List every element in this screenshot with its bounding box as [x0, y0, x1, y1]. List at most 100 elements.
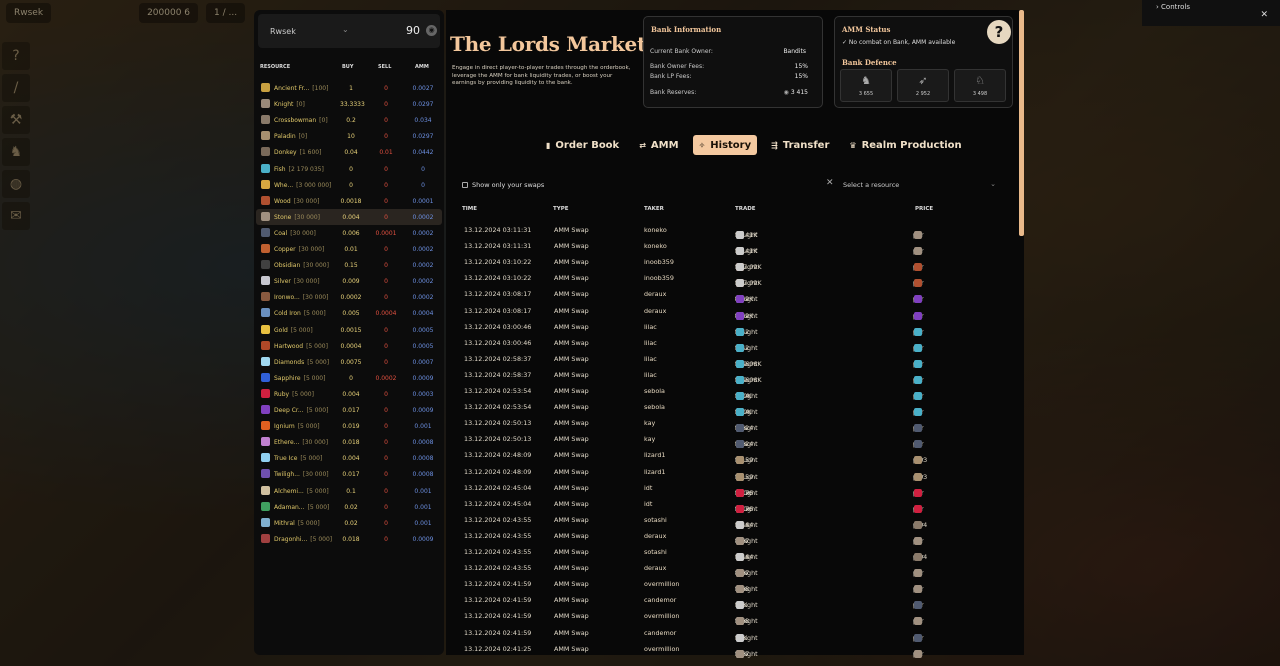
resource-row[interactable]: Twiligh... [30 000] 0.017 0 0.0008	[256, 466, 442, 482]
resource-select[interactable]: ✕ Select a resource ⌄	[822, 175, 1002, 193]
resource-row[interactable]: Adaman... [5 000] 0.02 0 0.001	[256, 499, 442, 515]
chevron-down-icon[interactable]: ⌄	[990, 180, 996, 188]
resource-sell[interactable]: 0	[375, 278, 397, 285]
own-swaps-filter[interactable]: Show only your swaps	[462, 181, 544, 189]
resource-row[interactable]: Ignium [5 000] 0.019 0 0.001	[256, 418, 442, 434]
resource-row[interactable]: Fish [2 179 035] 0 0 0	[256, 161, 442, 177]
resource-buy[interactable]: 0.006	[340, 230, 362, 237]
trade-taker[interactable]: kay	[644, 435, 655, 443]
controls-label[interactable]: › Controls	[1156, 3, 1190, 11]
resource-buy[interactable]: 0.017	[340, 407, 362, 414]
resource-sell[interactable]: 0	[375, 359, 397, 366]
realm-selector[interactable]: Rwsek ⌄ 90 ◉	[258, 14, 440, 48]
resource-sell[interactable]: 0	[375, 536, 397, 543]
resource-sell[interactable]: 0	[375, 182, 397, 189]
resource-buy[interactable]: 0.2	[340, 117, 362, 124]
resource-sell[interactable]: 0	[375, 327, 397, 334]
resource-sell[interactable]: 0	[375, 455, 397, 462]
resource-buy[interactable]: 0.004	[340, 455, 362, 462]
resource-sell[interactable]: 0	[375, 294, 397, 301]
resource-row[interactable]: Copper [30 000] 0.01 0 0.0002	[256, 241, 442, 257]
trade-taker[interactable]: lizard1	[644, 451, 665, 459]
resource-row[interactable]: Paladin [0] 10 0 0.0297	[256, 128, 442, 144]
resource-row[interactable]: Whe... [3 000 000] 0 0 0	[256, 177, 442, 193]
resource-sell[interactable]: 0	[375, 520, 397, 527]
trade-taker[interactable]: deraux	[644, 532, 666, 540]
resource-buy[interactable]: 0.02	[340, 504, 362, 511]
trade-taker[interactable]: overmillion	[644, 645, 679, 653]
resource-row[interactable]: Cold Iron [5 000] 0.005 0.0004 0.0004	[256, 305, 442, 321]
resource-row[interactable]: Stone [30 000] 0.004 0 0.0002	[256, 208, 442, 225]
resources-pill[interactable]: 200000 6	[139, 3, 199, 23]
trade-taker[interactable]: lizard1	[644, 468, 665, 476]
resource-buy[interactable]: 10	[340, 133, 362, 140]
resource-buy[interactable]: 0.0075	[340, 359, 362, 366]
resource-buy[interactable]: 0.15	[340, 262, 362, 269]
resource-row[interactable]: Wood [30 000] 0.0018 0 0.0001	[256, 193, 442, 209]
resource-sell[interactable]: 0	[375, 471, 397, 478]
resource-row[interactable]: Knight [0] 33.3333 0 0.0297	[256, 96, 442, 112]
clear-icon[interactable]: ✕	[826, 178, 834, 188]
resource-row[interactable]: Alchemi... [5 000] 0.1 0 0.001	[256, 483, 442, 499]
tab-transfer[interactable]: ⇶ Transfer	[765, 135, 835, 155]
resource-sell[interactable]: 0.0004	[375, 310, 397, 317]
trade-taker[interactable]: kay	[644, 419, 655, 427]
resource-sell[interactable]: 0	[375, 198, 397, 205]
resource-row[interactable]: Silver [30 000] 0.009 0 0.0002	[256, 273, 442, 289]
trade-taker[interactable]: idt	[644, 484, 652, 492]
resource-buy[interactable]: 0.004	[340, 214, 362, 221]
resource-sell[interactable]: 0	[375, 166, 397, 173]
scrollbar[interactable]	[1019, 10, 1024, 236]
resource-buy[interactable]: 0	[340, 375, 362, 382]
trade-taker[interactable]: deraux	[644, 564, 666, 572]
trade-taker[interactable]: koneko	[644, 226, 667, 234]
trade-taker[interactable]: deraux	[644, 307, 666, 315]
resource-buy[interactable]: 0.0015	[340, 327, 362, 334]
resource-buy[interactable]: 0.018	[340, 536, 362, 543]
resource-buy[interactable]: 0.009	[340, 278, 362, 285]
extra-pill[interactable]: 1 / ...	[206, 3, 246, 23]
resource-sell[interactable]: 0	[375, 262, 397, 269]
trade-taker[interactable]: overmillion	[644, 580, 679, 588]
trade-taker[interactable]: sotashi	[644, 548, 667, 556]
resource-sell[interactable]: 0	[375, 117, 397, 124]
resource-buy[interactable]: 33.3333	[340, 101, 365, 108]
resource-row[interactable]: Gold [5 000] 0.0015 0 0.0005	[256, 322, 442, 338]
tab-order-book[interactable]: ▮ Order Book	[540, 135, 625, 155]
resource-buy[interactable]: 0	[340, 166, 362, 173]
trade-taker[interactable]: sebola	[644, 387, 665, 395]
resource-buy[interactable]: 0.02	[340, 520, 362, 527]
resource-buy[interactable]: 0.0004	[340, 343, 362, 350]
help-icon[interactable]: ?	[987, 20, 1011, 44]
resource-row[interactable]: Ancient Fr... [100] 1 0 0.0027	[256, 80, 442, 96]
resource-buy[interactable]: 0.019	[340, 423, 362, 430]
resource-buy[interactable]: 0.0018	[340, 198, 362, 205]
resource-buy[interactable]: 0.005	[340, 310, 362, 317]
trade-taker[interactable]: inoob359	[644, 274, 674, 282]
close-icon[interactable]: ✕	[1260, 10, 1268, 20]
resource-row[interactable]: Dragonhi... [5 000] 0.018 0 0.0009	[256, 531, 442, 547]
resource-buy[interactable]: 0	[340, 182, 362, 189]
resource-row[interactable]: True Ice [5 000] 0.004 0 0.0008	[256, 450, 442, 466]
sword-icon[interactable]: /	[2, 74, 30, 102]
question-icon[interactable]: ?	[2, 42, 30, 70]
resource-buy[interactable]: 0.017	[340, 471, 362, 478]
trade-taker[interactable]: candemor	[644, 596, 676, 604]
hammer-icon[interactable]: ⚒	[2, 106, 30, 134]
resource-buy[interactable]: 1	[340, 85, 362, 92]
resource-buy[interactable]: 0.018	[340, 439, 362, 446]
checkbox[interactable]	[462, 182, 468, 188]
resource-buy[interactable]: 0.004	[340, 391, 362, 398]
resource-sell[interactable]: 0	[375, 101, 397, 108]
resource-row[interactable]: Sapphire [5 000] 0 0.0002 0.0009	[256, 370, 442, 386]
trade-taker[interactable]: lilac	[644, 355, 657, 363]
resource-sell[interactable]: 0	[375, 407, 397, 414]
scroll-icon[interactable]: ✉	[2, 202, 30, 230]
resource-sell[interactable]: 0	[375, 504, 397, 511]
resource-sell[interactable]: 0	[375, 343, 397, 350]
resource-sell[interactable]: 0	[375, 133, 397, 140]
realm-pill[interactable]: Rwsek	[6, 3, 52, 23]
trade-taker[interactable]: lilac	[644, 339, 657, 347]
resource-buy[interactable]: 0.01	[340, 246, 362, 253]
trade-taker[interactable]: koneko	[644, 242, 667, 250]
